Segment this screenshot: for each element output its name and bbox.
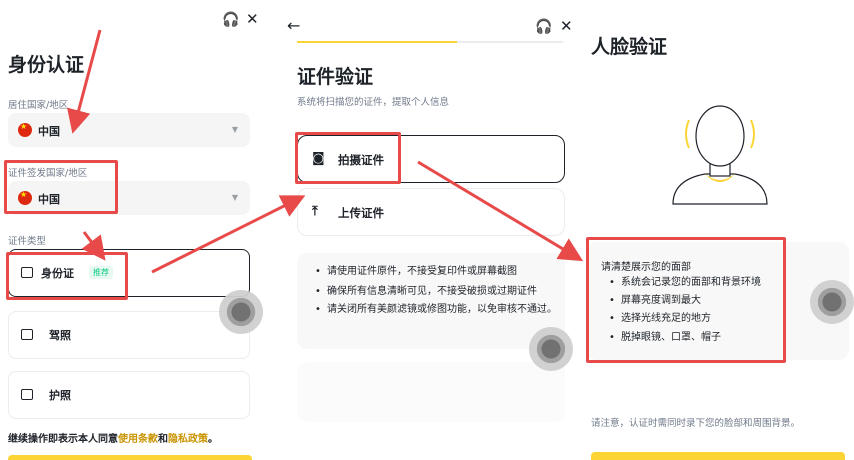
arrow-to-residence bbox=[67, 29, 102, 134]
touch-indicator bbox=[810, 280, 854, 324]
touch-indicator bbox=[219, 290, 263, 334]
arrow-to-take-photo bbox=[151, 195, 306, 274]
screenshot-stage: 🎧 ✕ 身份认证 居住国家/地区 中国 ▼ 证件签发国家/地区 中国 ▼ 证件类… bbox=[0, 0, 854, 460]
annotation-arrows bbox=[67, 29, 584, 274]
arrow-to-face-tips bbox=[417, 160, 584, 262]
touch-indicator bbox=[529, 327, 573, 371]
arrow-to-id-card bbox=[81, 231, 106, 261]
